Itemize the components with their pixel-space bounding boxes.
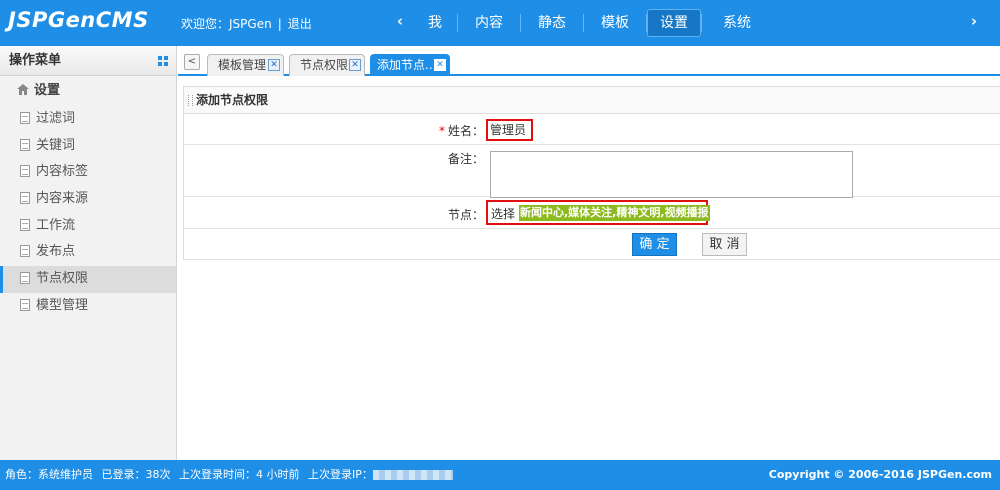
document-icon	[20, 298, 30, 311]
nav-item-content[interactable]: 内容	[458, 9, 520, 37]
footer-login-count: 已登录：38次	[101, 468, 171, 481]
document-icon	[20, 272, 30, 285]
grid-icon[interactable]	[158, 56, 168, 66]
chevron-left-icon[interactable]: <	[184, 54, 200, 70]
welcome-separator: |	[277, 17, 282, 31]
ip-mask	[372, 470, 453, 480]
confirm-button[interactable]: 确 定	[632, 233, 677, 256]
name-field[interactable]: 管理员	[486, 119, 533, 141]
welcome-text: 欢迎您：JSPGen	[181, 17, 272, 31]
tab-node-permissions[interactable]: 节点权限 ✕	[289, 54, 365, 76]
node-label: 节点：	[447, 208, 484, 222]
cancel-button[interactable]: 取 消	[702, 233, 747, 256]
document-icon	[20, 192, 30, 205]
nav-item-settings[interactable]: 设置	[647, 9, 701, 37]
name-label: 姓名：	[447, 124, 484, 138]
nav-next-arrow-icon[interactable]: ›	[967, 12, 981, 30]
logout-link[interactable]: 退出	[288, 17, 312, 31]
close-icon[interactable]: ✕	[349, 59, 361, 71]
sidebar-title-text: 操作菜单	[9, 53, 62, 68]
sidebar-item-node-permissions[interactable]: 节点权限	[0, 266, 176, 293]
sidebar-item-publish-points[interactable]: 发布点	[0, 239, 176, 266]
form-title: 添加节点权限	[184, 87, 1000, 114]
nav-item-static[interactable]: 静态	[521, 9, 583, 37]
tab-template-management[interactable]: 模板管理 ✕	[207, 54, 284, 76]
sidebar-item-label: 过滤词	[36, 111, 76, 126]
tab-add-node[interactable]: 添加节点.. ✕	[370, 54, 450, 76]
form-row-node: 节点： 选择 新闻中心,媒体关注,精神文明,视频播报	[184, 197, 1000, 229]
nav-prev-arrow-icon[interactable]: ‹	[393, 12, 407, 30]
sidebar-item-label: 工作流	[36, 217, 76, 233]
form-row-name: * 姓名： 管理员	[184, 114, 1000, 145]
node-select-link[interactable]: 选择	[491, 205, 515, 222]
sidebar-item-label: 模型管理	[36, 297, 89, 313]
sidebar: 操作菜单 设置 过滤词 关键词 内容标签 内容来源 工作流 发布点 节点权限 模…	[0, 46, 177, 460]
required-mark: *	[438, 124, 445, 138]
close-icon[interactable]: ✕	[268, 59, 280, 71]
document-icon	[20, 245, 30, 258]
footer-copyright: Copyright © 2006-2016 JSPGen.com	[768, 468, 992, 481]
tab-label: 添加节点..	[377, 58, 433, 72]
app-logo: JSPGenCMS	[8, 8, 149, 32]
sidebar-item-workflow[interactable]: 工作流	[0, 213, 176, 240]
node-field: 选择 新闻中心,媒体关注,精神文明,视频播报	[486, 200, 710, 225]
sidebar-item-label: 发布点	[36, 244, 76, 260]
document-icon	[20, 218, 30, 231]
sidebar-item-keywords[interactable]: 关键词	[0, 133, 176, 160]
sidebar-section-settings[interactable]: 设置	[0, 76, 176, 106]
document-icon	[20, 165, 30, 178]
footer-last-login-time: 上次登录时间：4 小时前	[179, 468, 300, 481]
footer-last-login-ip: 上次登录IP：	[308, 468, 373, 481]
sidebar-item-label: 关键词	[36, 137, 76, 153]
sidebar-section-label: 设置	[34, 83, 61, 98]
tab-label: 节点权限	[300, 58, 349, 72]
form-panel: 添加节点权限 * 姓名： 管理员 备注： 节点： 选择 新闻中心,媒体关注,精神文…	[183, 86, 1000, 260]
sidebar-item-content-tags[interactable]: 内容标签	[0, 159, 176, 186]
sidebar-item-label: 内容来源	[36, 191, 89, 207]
sidebar-item-content-sources[interactable]: 内容来源	[0, 186, 176, 213]
form-row-remark: 备注：	[184, 145, 1000, 198]
sidebar-item-label: 内容标签	[36, 164, 89, 180]
document-icon	[20, 138, 30, 151]
remark-label: 备注：	[447, 152, 484, 166]
status-footer: 角色：系统维护员 已登录：38次 上次登录时间：4 小时前 上次登录IP： Co…	[0, 460, 1000, 490]
footer-info: 角色：系统维护员 已登录：38次 上次登录时间：4 小时前 上次登录IP：	[5, 460, 458, 490]
remark-textarea[interactable]	[490, 151, 853, 198]
welcome-area: 欢迎您：JSPGen | 退出	[181, 15, 312, 32]
close-icon[interactable]: ✕	[434, 59, 446, 71]
form-row-actions: 确 定 取 消	[184, 229, 1000, 260]
node-value-tag: 新闻中心,媒体关注,精神文明,视频播报	[519, 205, 710, 221]
tab-label: 模板管理	[218, 58, 267, 72]
sidebar-title: 操作菜单	[0, 46, 176, 76]
name-label-wrap: * 姓名：	[184, 122, 484, 139]
tab-bar: < 模板管理 ✕ 节点权限 ✕ 添加节点.. ✕	[178, 46, 1000, 76]
top-nav: 我 内容 静态 模板 设置 系统	[413, 9, 772, 37]
sidebar-item-model-management[interactable]: 模型管理	[0, 293, 176, 320]
nav-item-me[interactable]: 我	[413, 9, 457, 37]
sidebar-item-label: 节点权限	[36, 271, 89, 287]
home-icon	[17, 84, 29, 95]
nav-item-template[interactable]: 模板	[584, 9, 646, 37]
top-header: JSPGenCMS 欢迎您：JSPGen | 退出 ‹ 我 内容 静态 模板 设置 …	[0, 0, 1000, 46]
footer-role: 角色：系统维护员	[5, 468, 93, 481]
nav-item-system[interactable]: 系统	[702, 9, 772, 37]
document-icon	[20, 112, 30, 124]
sidebar-item-filter-words[interactable]: 过滤词	[0, 106, 176, 133]
